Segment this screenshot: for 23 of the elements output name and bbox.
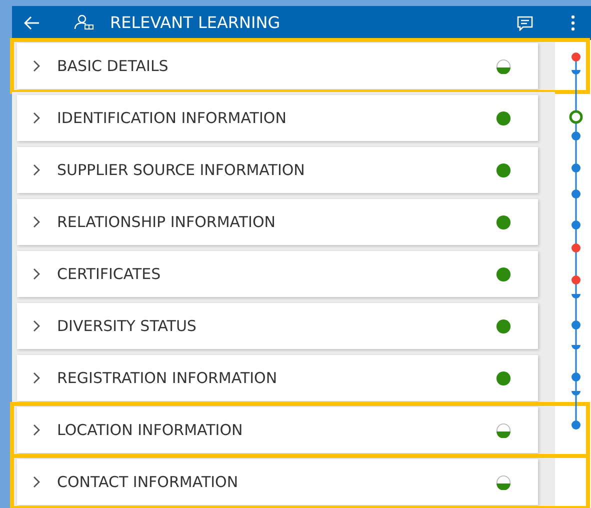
section-header[interactable]: BASIC DETAILS bbox=[17, 43, 538, 89]
people-icon bbox=[74, 14, 94, 32]
chevron-icon bbox=[31, 267, 41, 281]
section-header[interactable]: LOCATION INFORMATION bbox=[17, 407, 538, 453]
section-header[interactable]: DIVERSITY STATUS bbox=[17, 303, 538, 349]
section-header[interactable]: SUPPLIER SOURCE INFORMATION bbox=[17, 147, 538, 193]
chevron-icon bbox=[31, 215, 41, 229]
chevron-icon bbox=[31, 319, 41, 333]
chevron-icon bbox=[31, 423, 41, 437]
chevron-icon bbox=[31, 371, 41, 385]
section-header[interactable]: IDENTIFICATION INFORMATION bbox=[17, 95, 538, 141]
section-header[interactable]: CONTACT INFORMATION bbox=[17, 459, 538, 505]
section-header[interactable]: CERTIFICATES bbox=[17, 251, 538, 297]
comment-icon[interactable] bbox=[517, 16, 533, 30]
more-icon[interactable] bbox=[571, 15, 575, 31]
section-header[interactable]: RELATIONSHIP INFORMATION bbox=[17, 199, 538, 245]
chevron-icon bbox=[31, 475, 41, 489]
page-title: RELEVANT LEARNING bbox=[110, 12, 282, 34]
chevron-icon bbox=[31, 163, 41, 177]
chevron-icon bbox=[31, 111, 41, 125]
back-icon[interactable] bbox=[24, 16, 40, 30]
section-header[interactable]: REGISTRATION INFORMATION bbox=[17, 355, 538, 401]
chevron-icon bbox=[31, 59, 41, 73]
